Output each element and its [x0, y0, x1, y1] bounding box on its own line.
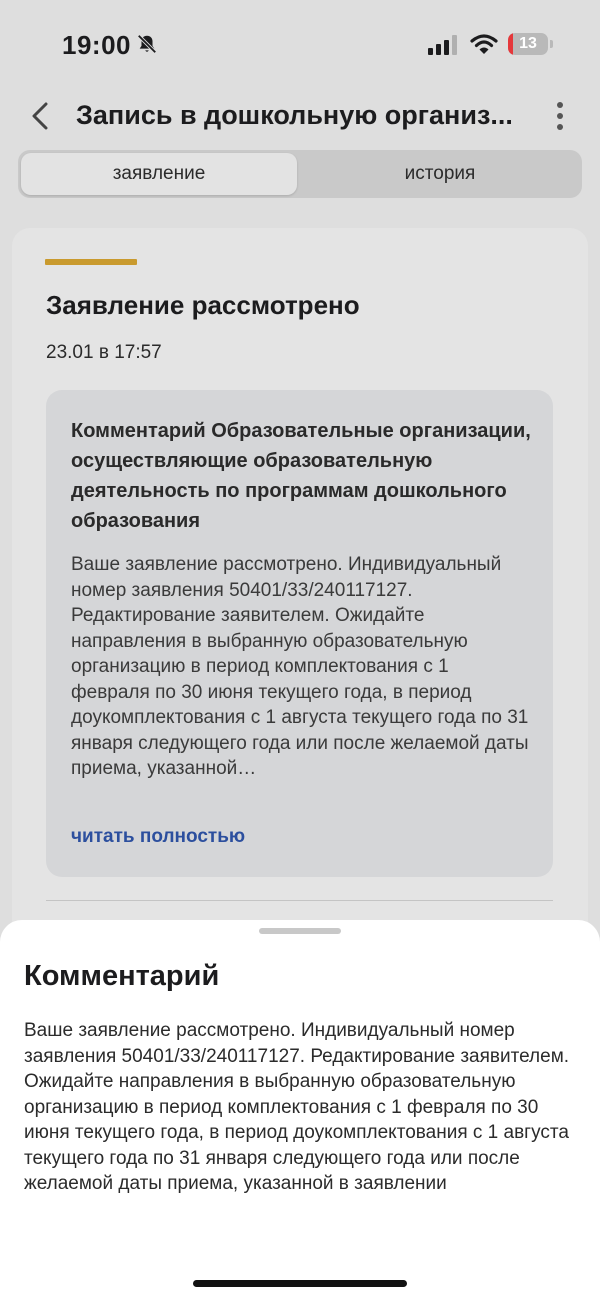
back-arrow-icon[interactable]	[26, 100, 54, 132]
comment-preview-text: Ваше заявление рассмотрено. Индивидуальн…	[71, 554, 529, 779]
sheet-title: Комментарий	[24, 960, 220, 992]
read-more-link[interactable]: читать полностью	[71, 826, 245, 848]
status-title: Заявление рассмотрено	[46, 290, 360, 320]
tab-history[interactable]: история	[300, 153, 580, 195]
comment-box: Комментарий Образовательные организации,…	[46, 390, 553, 877]
tab-application[interactable]: заявление	[21, 153, 297, 195]
app-header: Запись в дошкольную организ...	[0, 90, 600, 146]
battery-cap	[550, 40, 553, 48]
segmented-tabs: заявление история	[18, 150, 582, 198]
status-time: 19:00	[62, 30, 131, 60]
status-accent-line	[45, 259, 137, 265]
status-bar: 19:00 13	[0, 0, 600, 90]
home-indicator[interactable]	[193, 1280, 407, 1287]
battery-percent: 13	[519, 35, 537, 52]
sheet-drag-handle[interactable]	[259, 928, 341, 934]
screen: 19:00 13 Запись в дошкольную организ... …	[0, 0, 600, 1300]
status-date: 23.01 в 17:57	[46, 342, 162, 363]
wifi-icon	[470, 34, 498, 54]
battery-indicator: 13	[508, 33, 548, 55]
cellular-signal-icon	[428, 35, 457, 55]
bell-muted-icon	[137, 34, 157, 54]
sheet-comment-text: Ваше заявление рассмотрено. Индивидуальн…	[24, 1020, 570, 1194]
more-options-icon[interactable]	[552, 100, 568, 132]
status-card: Заявление рассмотрено 23.01 в 17:57 Комм…	[12, 228, 588, 988]
comment-bottom-sheet: Комментарий Ваше заявление рассмотрено. …	[0, 920, 600, 1300]
comment-heading: Комментарий Образовательные организации,…	[71, 420, 531, 532]
page-title: Запись в дошкольную организ...	[76, 100, 513, 130]
card-divider	[46, 900, 553, 901]
